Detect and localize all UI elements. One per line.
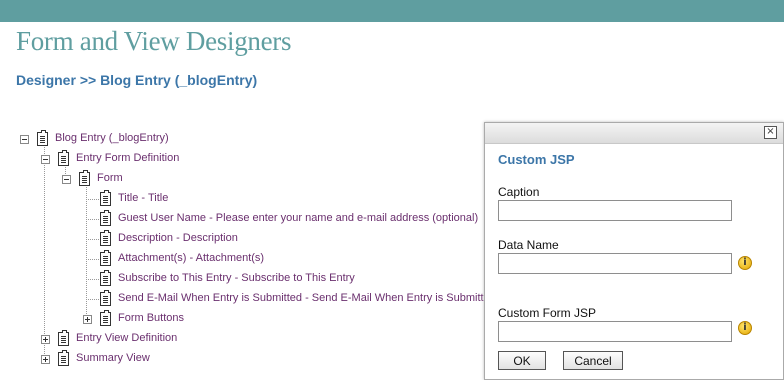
tree-node-label[interactable]: Title - Title: [118, 192, 168, 204]
tree-connector: [86, 187, 87, 320]
document-icon: [100, 250, 111, 266]
collapse-toggle-icon[interactable]: [62, 175, 71, 184]
expand-toggle-icon[interactable]: [83, 315, 92, 324]
document-icon: [100, 210, 111, 226]
data-name-input[interactable]: [498, 253, 732, 274]
info-icon[interactable]: i: [738, 321, 752, 335]
top-banner: [0, 0, 784, 22]
document-icon: [100, 230, 111, 246]
dialog-titlebar[interactable]: ×: [485, 123, 783, 144]
tree-connector: [86, 219, 99, 220]
breadcrumb-current: Blog Entry (_blogEntry): [100, 72, 258, 88]
document-icon: [79, 170, 90, 186]
tree-node-label[interactable]: Form Buttons: [118, 312, 184, 324]
dialog-heading: Custom JSP: [498, 152, 575, 167]
tree-node-label[interactable]: Description - Description: [118, 232, 238, 244]
tree-node-label[interactable]: Entry Form Definition: [76, 152, 179, 164]
collapse-toggle-icon[interactable]: [20, 135, 29, 144]
tree-node-label[interactable]: Guest User Name - Please enter your name…: [118, 212, 478, 224]
close-icon[interactable]: ×: [764, 126, 777, 139]
caption-input[interactable]: [498, 200, 732, 221]
document-icon: [100, 310, 111, 326]
document-icon: [58, 350, 69, 366]
tree-connector: [44, 147, 45, 360]
tree-node-label[interactable]: Subscribe to This Entry - Subscribe to T…: [118, 272, 355, 284]
document-icon: [100, 270, 111, 286]
page-title: Form and View Designers: [16, 26, 292, 56]
info-icon[interactable]: i: [738, 256, 752, 270]
tree-node-label[interactable]: Summary View: [76, 352, 150, 364]
expand-toggle-icon[interactable]: [41, 355, 50, 364]
expand-toggle-icon[interactable]: [41, 335, 50, 344]
collapse-toggle-icon[interactable]: [41, 155, 50, 164]
document-icon: [37, 130, 48, 146]
breadcrumb-designer-link[interactable]: Designer: [16, 72, 76, 88]
tree-node-label[interactable]: Entry View Definition: [76, 332, 177, 344]
caption-label: Caption: [498, 185, 540, 199]
breadcrumb: Designer >> Blog Entry (_blogEntry): [16, 72, 257, 88]
document-icon: [100, 290, 111, 306]
cancel-button[interactable]: Cancel: [563, 351, 623, 370]
tree-node-label[interactable]: Attachment(s) - Attachment(s): [118, 252, 264, 264]
ok-button[interactable]: OK: [498, 351, 546, 370]
custom-form-jsp-label: Custom Form JSP: [498, 306, 597, 320]
data-name-label: Data Name: [498, 238, 559, 252]
tree-node-label[interactable]: Send E-Mail When Entry is Submitted - Se…: [118, 292, 496, 304]
tree-connector: [86, 279, 99, 280]
tree-connector: [86, 299, 99, 300]
document-icon: [58, 330, 69, 346]
document-icon: [58, 150, 69, 166]
breadcrumb-separator: >>: [79, 72, 97, 88]
document-icon: [100, 190, 111, 206]
custom-form-jsp-input[interactable]: [498, 321, 732, 342]
tree-connector: [86, 239, 99, 240]
tree-node-label[interactable]: Blog Entry (_blogEntry): [55, 132, 169, 144]
custom-jsp-dialog: × Custom JSP Caption Data Name i Custom …: [484, 122, 784, 380]
tree-connector: [86, 199, 99, 200]
tree-connector: [86, 259, 99, 260]
tree-node-label[interactable]: Form: [97, 172, 123, 184]
